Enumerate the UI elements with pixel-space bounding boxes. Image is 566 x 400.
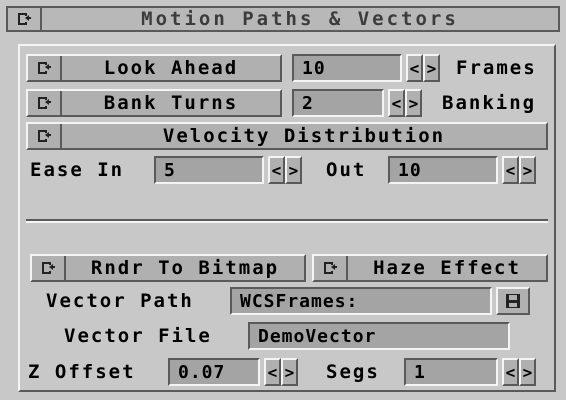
decrement-arrow-icon[interactable]: < xyxy=(388,89,405,117)
increment-arrow-icon[interactable]: > xyxy=(285,156,302,184)
ease-out-stepper[interactable]: < > xyxy=(502,156,536,184)
vector-file-label: Vector File xyxy=(64,325,212,347)
cycle-icon xyxy=(32,256,66,280)
banking-label: Banking xyxy=(442,92,537,114)
decrement-arrow-icon[interactable]: < xyxy=(264,358,281,386)
look-ahead-button[interactable]: Look Ahead xyxy=(26,54,282,82)
cycle-icon xyxy=(28,124,62,148)
bank-turns-label: Bank Turns xyxy=(103,92,239,114)
decrement-arrow-icon[interactable]: < xyxy=(268,156,285,184)
velocity-distribution-button[interactable]: Velocity Distribution xyxy=(26,122,548,150)
ease-in-value: 5 xyxy=(164,159,176,181)
ease-in-label: Ease In xyxy=(30,159,125,181)
look-ahead-label: Look Ahead xyxy=(103,57,239,79)
velocity-distribution-label: Velocity Distribution xyxy=(162,125,446,147)
increment-arrow-icon[interactable]: > xyxy=(519,156,536,184)
title-bar[interactable]: Motion Paths & Vectors xyxy=(6,6,560,32)
render-to-bitmap-label: Rndr To Bitmap xyxy=(90,257,280,279)
ease-in-stepper[interactable]: < > xyxy=(268,156,302,184)
disk-icon[interactable] xyxy=(496,287,530,315)
haze-effect-label: Haze Effect xyxy=(373,257,521,279)
increment-arrow-icon[interactable]: > xyxy=(423,54,440,82)
segs-label: Segs xyxy=(326,361,380,383)
segs-stepper[interactable]: < > xyxy=(502,358,536,386)
z-offset-value: 0.07 xyxy=(178,361,226,383)
bank-turns-stepper[interactable]: < > xyxy=(388,89,422,117)
increment-arrow-icon[interactable]: > xyxy=(405,89,422,117)
ease-out-label: Out xyxy=(326,159,367,181)
segs-value: 1 xyxy=(414,361,426,383)
vector-path-label: Vector Path xyxy=(46,290,194,312)
vector-file-value: DemoVector xyxy=(258,325,377,347)
segs-field[interactable]: 1 xyxy=(404,358,498,386)
increment-arrow-icon[interactable]: > xyxy=(519,358,536,386)
window-close-icon[interactable] xyxy=(8,8,42,30)
increment-arrow-icon[interactable]: > xyxy=(281,358,298,386)
frames-label: Frames xyxy=(456,57,537,79)
look-ahead-field[interactable]: 10 xyxy=(292,54,402,82)
bank-turns-field[interactable]: 2 xyxy=(292,89,384,117)
ease-out-value: 10 xyxy=(398,159,422,181)
decrement-arrow-icon[interactable]: < xyxy=(502,156,519,184)
window-title: Motion Paths & Vectors xyxy=(141,8,459,30)
vector-path-field[interactable]: WCSFrames: xyxy=(230,287,492,315)
look-ahead-stepper[interactable]: < > xyxy=(406,54,440,82)
render-to-bitmap-button[interactable]: Rndr To Bitmap xyxy=(30,254,306,282)
cycle-icon xyxy=(314,256,348,280)
vector-file-field[interactable]: DemoVector xyxy=(248,322,510,350)
z-offset-field[interactable]: 0.07 xyxy=(168,358,260,386)
ease-out-field[interactable]: 10 xyxy=(388,156,498,184)
cycle-icon xyxy=(28,91,62,115)
section-divider xyxy=(26,219,548,223)
z-offset-stepper[interactable]: < > xyxy=(264,358,298,386)
bank-turns-button[interactable]: Bank Turns xyxy=(26,89,282,117)
vector-path-value: WCSFrames: xyxy=(240,290,359,312)
cycle-icon xyxy=(28,56,62,80)
decrement-arrow-icon[interactable]: < xyxy=(502,358,519,386)
ease-in-field[interactable]: 5 xyxy=(154,156,264,184)
look-ahead-value: 10 xyxy=(302,57,326,79)
z-offset-label: Z Offset xyxy=(28,361,136,383)
haze-effect-button[interactable]: Haze Effect xyxy=(312,254,548,282)
decrement-arrow-icon[interactable]: < xyxy=(406,54,423,82)
bank-turns-value: 2 xyxy=(302,92,314,114)
